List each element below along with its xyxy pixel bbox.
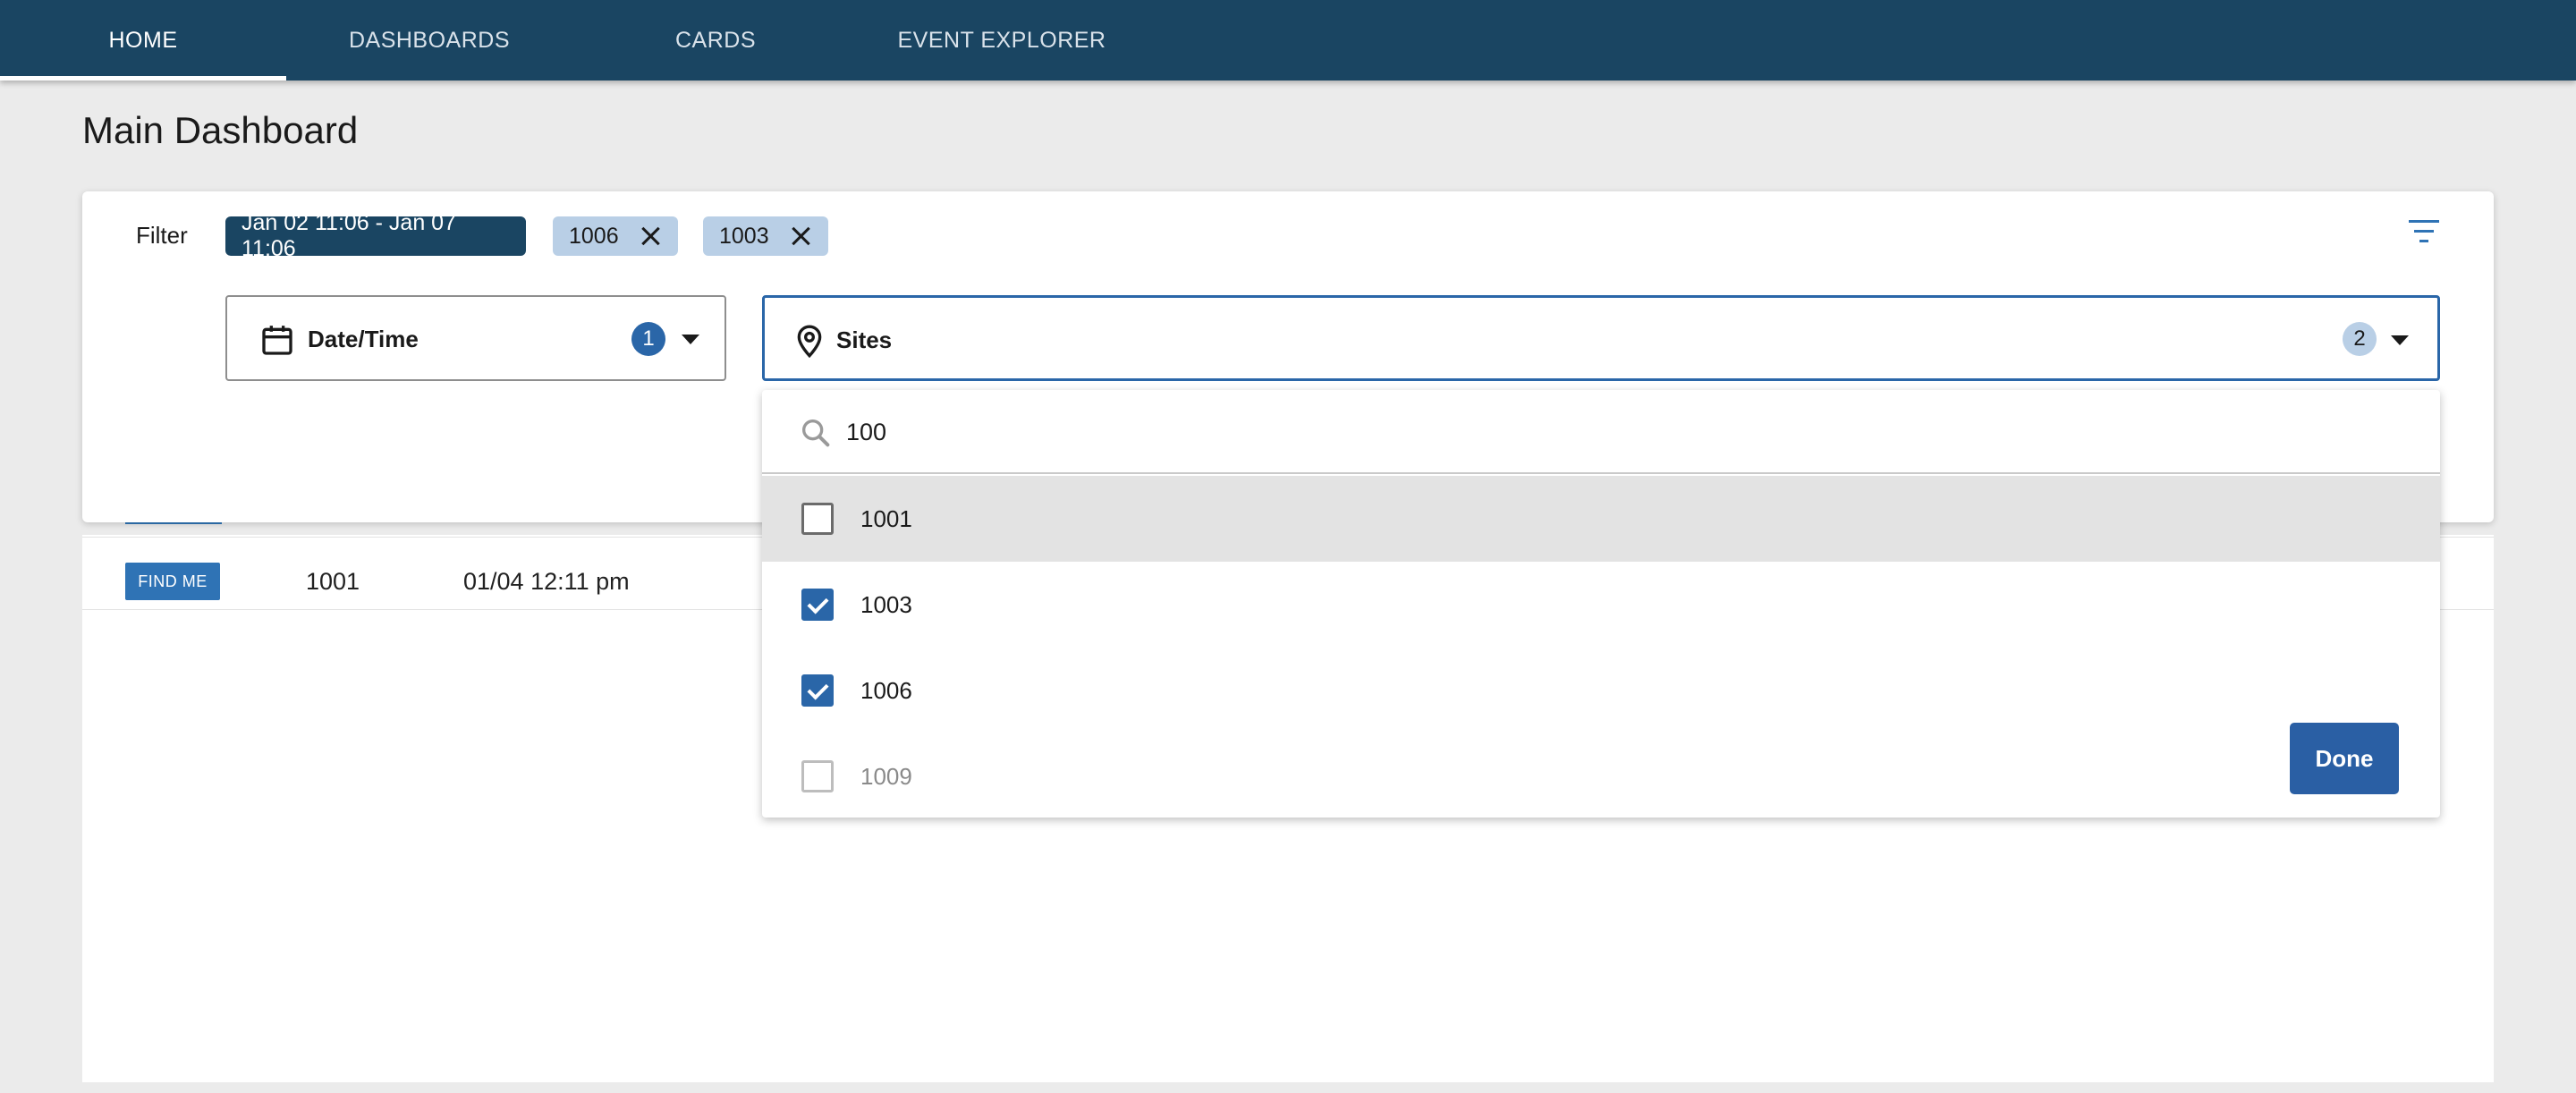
- site-option-1003[interactable]: 1003: [762, 562, 2440, 648]
- site-option-label: 1003: [860, 590, 912, 618]
- filter-label: Filter: [136, 222, 188, 249]
- tab-dashboards-label: DASHBOARDS: [348, 27, 511, 53]
- dropdown-search: [762, 390, 2440, 474]
- site-chip: 1006: [553, 216, 678, 256]
- site-checkbox[interactable]: [801, 503, 834, 535]
- site-chip-label: 1006: [569, 223, 619, 249]
- tab-cards-label: CARDS: [674, 27, 756, 53]
- tab-home-label: HOME: [108, 27, 178, 53]
- site-checkbox[interactable]: [801, 589, 834, 621]
- date-range-chip[interactable]: Jan 02 11:06 - Jan 07 11:06: [225, 210, 526, 261]
- site-option-1006[interactable]: 1006: [762, 648, 2440, 733]
- find-me-button[interactable]: FIND ME: [125, 563, 220, 600]
- tab-dashboards[interactable]: DASHBOARDS: [286, 0, 572, 80]
- chevron-down-icon: [682, 335, 699, 344]
- sites-dropdown: 1001 1003 1006 1009 Done: [762, 390, 2440, 818]
- done-button[interactable]: Done: [2290, 723, 2399, 794]
- filter-list-icon[interactable]: [2408, 218, 2440, 245]
- chevron-down-icon: [2391, 335, 2409, 345]
- site-chip-label: 1003: [719, 223, 769, 249]
- site-option-1001[interactable]: 1001: [762, 476, 2440, 562]
- date-time-select[interactable]: Date/Time 1: [225, 295, 726, 381]
- site-chip: 1003: [703, 216, 828, 256]
- tab-event-explorer[interactable]: EVENT EXPLORER: [859, 0, 1145, 80]
- tab-event-explorer-label: EVENT EXPLORER: [897, 27, 1106, 53]
- search-icon: [802, 419, 830, 447]
- calendar-icon: [262, 326, 292, 355]
- site-option-1009[interactable]: 1009: [762, 733, 2440, 819]
- site-checkbox[interactable]: [801, 674, 834, 707]
- site-option-label: 1009: [860, 762, 912, 790]
- sites-search-input[interactable]: [846, 411, 2277, 453]
- date-range-chip-label: Jan 02 11:06 - Jan 07 11:06: [242, 210, 456, 261]
- tab-cards[interactable]: CARDS: [572, 0, 859, 80]
- row-site-id: 1001: [306, 568, 360, 595]
- close-icon[interactable]: [789, 225, 812, 248]
- close-icon[interactable]: [639, 225, 662, 248]
- sites-count-badge: 2: [2343, 322, 2377, 356]
- tab-home[interactable]: HOME: [0, 0, 286, 80]
- date-count-badge: 1: [631, 322, 665, 356]
- site-option-label: 1006: [860, 676, 912, 704]
- active-tab-indicator: [0, 76, 286, 80]
- site-option-label: 1001: [860, 504, 912, 532]
- map-pin-icon: [797, 325, 822, 359]
- sites-select[interactable]: Sites 2: [762, 295, 2440, 381]
- date-time-select-label: Date/Time: [308, 326, 419, 352]
- sites-select-label: Sites: [836, 326, 893, 353]
- page-title: Main Dashboard: [82, 109, 359, 151]
- site-checkbox[interactable]: [801, 760, 834, 792]
- top-navigation: HOME DASHBOARDS CARDS EVENT EXPLORER: [0, 0, 2576, 80]
- row-timestamp: 01/04 12:11 pm: [463, 568, 630, 595]
